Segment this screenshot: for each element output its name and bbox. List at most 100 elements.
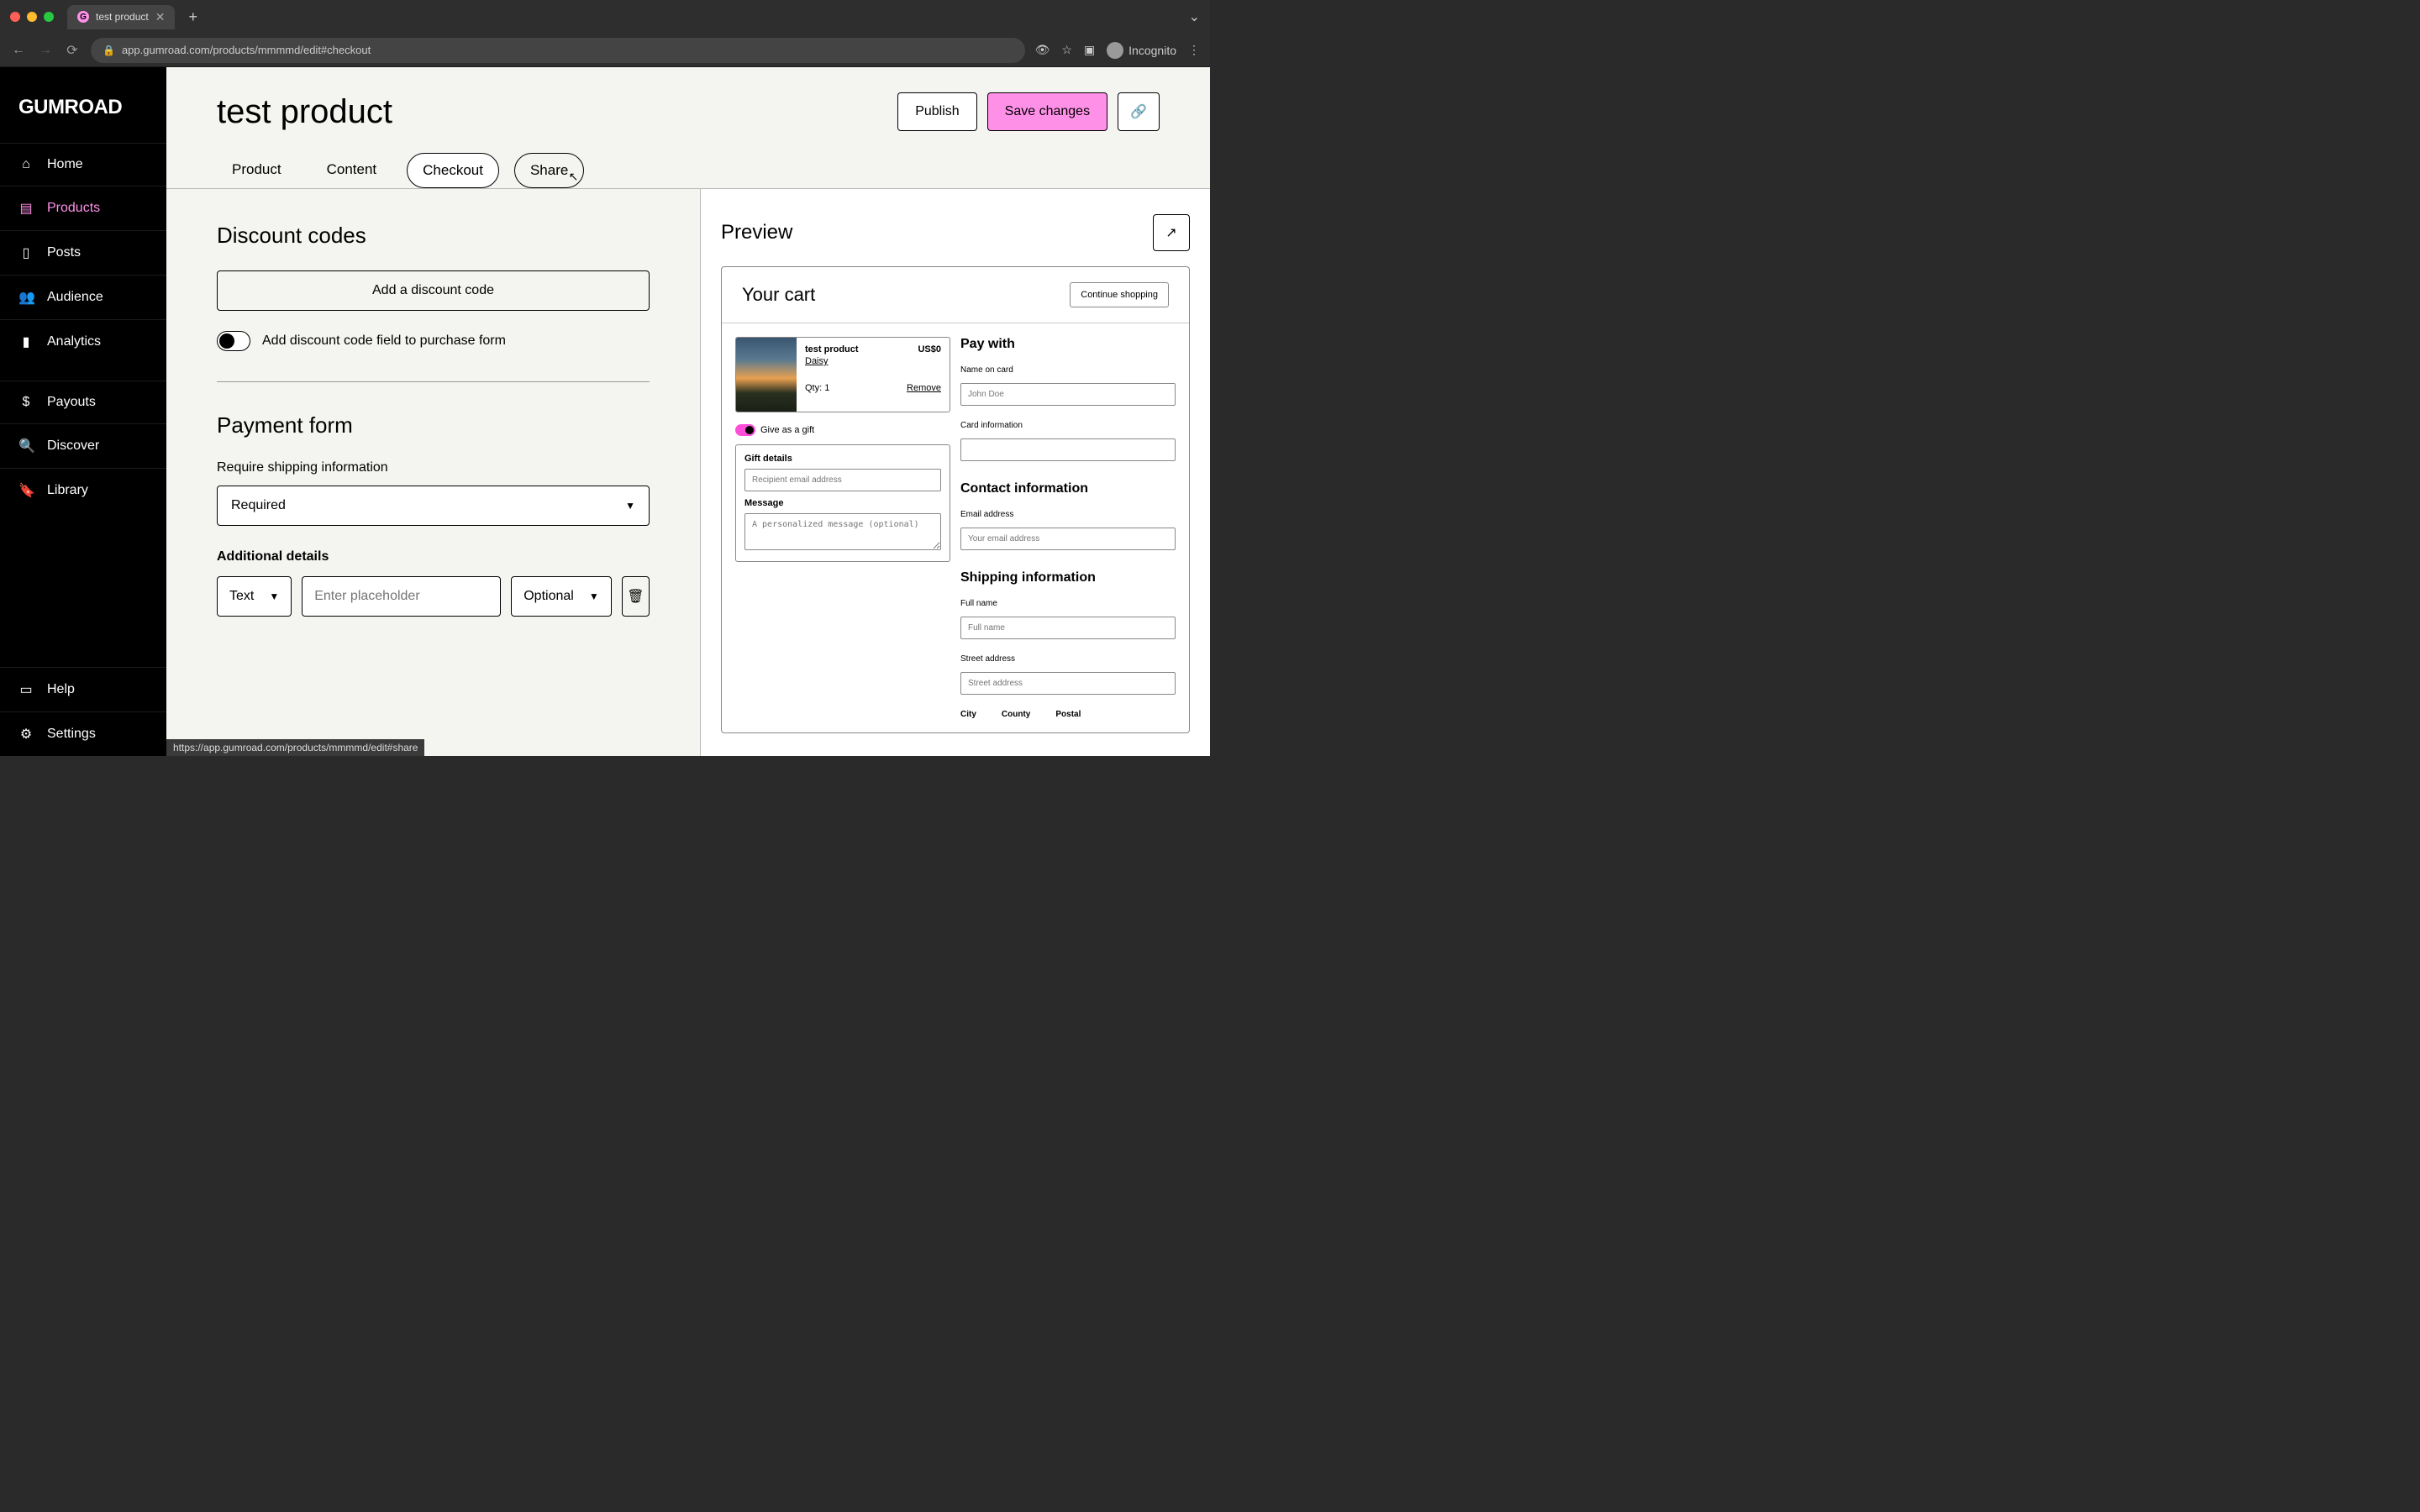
email-input[interactable] bbox=[960, 528, 1176, 550]
copy-link-button[interactable]: 🔗 bbox=[1118, 92, 1160, 131]
page-header: test product Publish Save changes 🔗 Prod… bbox=[166, 67, 1210, 188]
discount-codes-heading: Discount codes bbox=[217, 223, 650, 249]
card-info-input[interactable] bbox=[960, 438, 1176, 461]
browser-tab-bar: G test product ✕ + ⌄ bbox=[0, 0, 1210, 34]
product-tabs: Product Content Checkout Share ↖ bbox=[217, 153, 1160, 188]
sidebar-item-home[interactable]: ⌂ Home bbox=[0, 143, 166, 186]
fullname-label: Full name bbox=[960, 599, 1176, 608]
recipient-email-input[interactable] bbox=[744, 469, 941, 491]
gift-toggle-label: Give as a gift bbox=[760, 425, 814, 435]
sidebar-item-label: Discover bbox=[47, 438, 99, 454]
close-window-icon[interactable] bbox=[10, 12, 20, 22]
gift-toggle[interactable] bbox=[735, 424, 755, 436]
incognito-label: Incognito bbox=[1128, 44, 1176, 57]
tab-checkout[interactable]: Checkout bbox=[407, 153, 499, 188]
discount-field-toggle[interactable] bbox=[217, 331, 250, 351]
bookmark-solid-icon: 🔖 bbox=[18, 482, 34, 499]
shipping-select[interactable]: Required ▼ bbox=[217, 486, 650, 526]
chart-icon: ▮ bbox=[18, 333, 34, 350]
sidebar-item-help[interactable]: ▭ Help bbox=[0, 667, 166, 711]
cart-title: Your cart bbox=[742, 284, 815, 306]
menu-icon[interactable]: ⋮ bbox=[1188, 43, 1200, 57]
main-content: test product Publish Save changes 🔗 Prod… bbox=[166, 67, 1210, 756]
toggle-knob-icon bbox=[219, 333, 234, 349]
product-thumbnail bbox=[736, 338, 797, 412]
status-bar: https://app.gumroad.com/products/mmmmd/e… bbox=[166, 739, 424, 756]
sidebar-item-products[interactable]: ▤ Products bbox=[0, 186, 166, 230]
brand-logo: GUMROAD bbox=[0, 84, 166, 143]
sidebar-item-posts[interactable]: ▯ Posts bbox=[0, 230, 166, 275]
cart-product-card: test product US$0 Daisy Qty: 1 Remove bbox=[735, 337, 950, 412]
pay-with-label: Pay with bbox=[960, 337, 1176, 352]
add-discount-code-button[interactable]: Add a discount code bbox=[217, 270, 650, 311]
forward-button[interactable]: → bbox=[37, 43, 54, 58]
panel-icon[interactable]: ▣ bbox=[1084, 43, 1095, 57]
cart-preview: Your cart Continue shopping test product bbox=[721, 266, 1190, 733]
tab-content[interactable]: Content bbox=[312, 153, 392, 188]
window-controls bbox=[10, 12, 54, 22]
shipping-value: Required bbox=[231, 498, 286, 513]
home-icon: ⌂ bbox=[18, 157, 34, 172]
link-icon: 🔗 bbox=[1130, 105, 1147, 119]
close-tab-icon[interactable]: ✕ bbox=[155, 10, 166, 24]
sidebar-item-library[interactable]: 🔖 Library bbox=[0, 468, 166, 512]
sidebar-item-settings[interactable]: ⚙ Settings bbox=[0, 711, 166, 756]
maximize-window-icon[interactable] bbox=[44, 12, 54, 22]
remove-link[interactable]: Remove bbox=[907, 383, 941, 393]
name-on-card-label: Name on card bbox=[960, 365, 1176, 375]
sidebar-item-audience[interactable]: 👥 Audience bbox=[0, 275, 166, 319]
detail-required-select[interactable]: Optional ▼ bbox=[511, 576, 611, 617]
tab-share[interactable]: Share ↖ bbox=[514, 153, 584, 188]
sidebar-item-label: Analytics bbox=[47, 334, 101, 349]
detail-required-value: Optional bbox=[523, 589, 574, 604]
reload-button[interactable]: ⟳ bbox=[64, 42, 81, 59]
gift-details-card: Gift details Message bbox=[735, 444, 950, 562]
name-on-card-input bbox=[960, 383, 1176, 406]
address-bar[interactable]: 🔒 app.gumroad.com/products/mmmmd/edit#ch… bbox=[91, 38, 1025, 63]
publish-button[interactable]: Publish bbox=[897, 92, 976, 131]
browser-toolbar: ← → ⟳ 🔒 app.gumroad.com/products/mmmmd/e… bbox=[0, 34, 1210, 67]
tab-product[interactable]: Product bbox=[217, 153, 297, 188]
book-icon: ▭ bbox=[18, 681, 34, 698]
gear-icon: ⚙ bbox=[18, 726, 34, 743]
county-label: County bbox=[1002, 710, 1030, 719]
continue-shopping-button[interactable]: Continue shopping bbox=[1070, 282, 1169, 307]
page-title: test product bbox=[217, 93, 392, 131]
sidebar-item-label: Products bbox=[47, 201, 100, 216]
sidebar-item-label: Audience bbox=[47, 290, 103, 305]
sidebar-item-payouts[interactable]: $ Payouts bbox=[0, 381, 166, 423]
eye-off-icon[interactable]: 👁 bbox=[1035, 43, 1050, 57]
chevron-down-icon: ▼ bbox=[269, 591, 279, 602]
card-info-label: Card information bbox=[960, 421, 1176, 430]
preview-heading: Preview bbox=[721, 221, 792, 244]
sidebar-item-analytics[interactable]: ▮ Analytics bbox=[0, 319, 166, 364]
minimize-window-icon[interactable] bbox=[27, 12, 37, 22]
browser-tab[interactable]: G test product ✕ bbox=[67, 5, 175, 29]
people-icon: 👥 bbox=[18, 289, 34, 306]
street-input[interactable] bbox=[960, 672, 1176, 695]
external-link-icon: ↗ bbox=[1165, 224, 1176, 241]
save-changes-button[interactable]: Save changes bbox=[987, 92, 1107, 131]
divider bbox=[217, 381, 650, 382]
gift-message-label: Message bbox=[744, 498, 941, 508]
sidebar-item-label: Settings bbox=[47, 727, 96, 742]
cursor-icon: ↖ bbox=[569, 170, 579, 184]
lock-icon: 🔒 bbox=[103, 45, 115, 56]
detail-type-select[interactable]: Text ▼ bbox=[217, 576, 292, 617]
bookmark-icon[interactable]: ☆ bbox=[1061, 43, 1072, 57]
sidebar-item-discover[interactable]: 🔍 Discover bbox=[0, 423, 166, 468]
profile-button[interactable]: Incognito bbox=[1107, 42, 1176, 59]
gift-message-input[interactable] bbox=[744, 513, 941, 550]
delete-detail-button[interactable]: 🗑 bbox=[622, 576, 650, 617]
detail-placeholder-input[interactable] bbox=[302, 576, 501, 617]
seller-link[interactable]: Daisy bbox=[805, 356, 941, 366]
tab-overflow-icon[interactable]: ⌄ bbox=[1189, 8, 1200, 25]
shipping-label: Require shipping information bbox=[217, 460, 650, 475]
fullname-input[interactable] bbox=[960, 617, 1176, 639]
new-tab-button[interactable]: + bbox=[182, 8, 204, 26]
discount-toggle-label: Add discount code field to purchase form bbox=[262, 333, 506, 349]
back-button[interactable]: ← bbox=[10, 43, 27, 58]
contact-info-label: Contact information bbox=[960, 481, 1176, 496]
open-preview-button[interactable]: ↗ bbox=[1153, 214, 1190, 251]
tab-share-label: Share bbox=[530, 162, 568, 178]
